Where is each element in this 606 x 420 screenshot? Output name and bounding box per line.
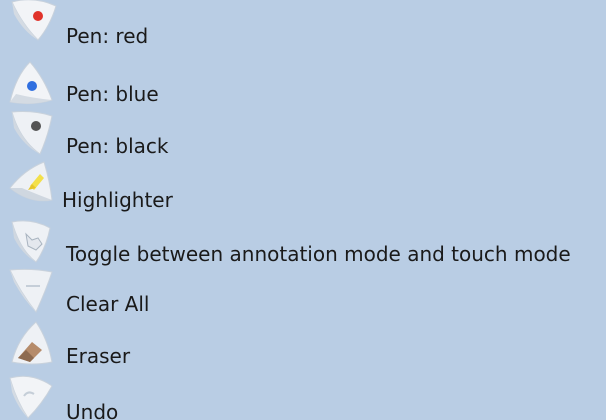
pen-black-icon	[6, 108, 58, 160]
pen-red-icon	[10, 0, 62, 48]
tool-highlighter[interactable]: Highlighter	[0, 160, 606, 212]
eraser-icon	[6, 318, 58, 370]
undo-icon	[6, 370, 58, 420]
tool-label-pen-black: Pen: black	[66, 134, 169, 158]
tool-label-toggle-mode: Toggle between annotation mode and touch…	[66, 242, 571, 266]
tool-label-highlighter: Highlighter	[62, 188, 173, 212]
tool-clear-all[interactable]: Clear All	[0, 266, 606, 318]
tool-pen-black[interactable]: Pen: black	[0, 106, 606, 158]
tool-label-undo: Undo	[66, 400, 119, 420]
pen-blue-icon	[6, 60, 58, 112]
clear-all-icon	[6, 266, 58, 318]
tool-label-clear-all: Clear All	[66, 292, 150, 316]
tool-pen-blue[interactable]: Pen: blue	[0, 56, 606, 108]
tool-label-eraser: Eraser	[66, 344, 131, 368]
highlighter-icon	[6, 160, 58, 212]
annotation-tool-list: Pen: red Pen: blue Pen: black Highlighte…	[0, 0, 606, 420]
tool-pen-red[interactable]: Pen: red	[0, 0, 606, 48]
tool-undo[interactable]: Undo	[0, 370, 606, 420]
tool-eraser[interactable]: Eraser	[0, 318, 606, 370]
touch-hand-icon	[6, 214, 58, 266]
tool-label-pen-blue: Pen: blue	[66, 82, 159, 106]
tool-toggle-mode[interactable]: Toggle between annotation mode and touch…	[0, 214, 606, 266]
tool-label-pen-red: Pen: red	[66, 24, 149, 48]
